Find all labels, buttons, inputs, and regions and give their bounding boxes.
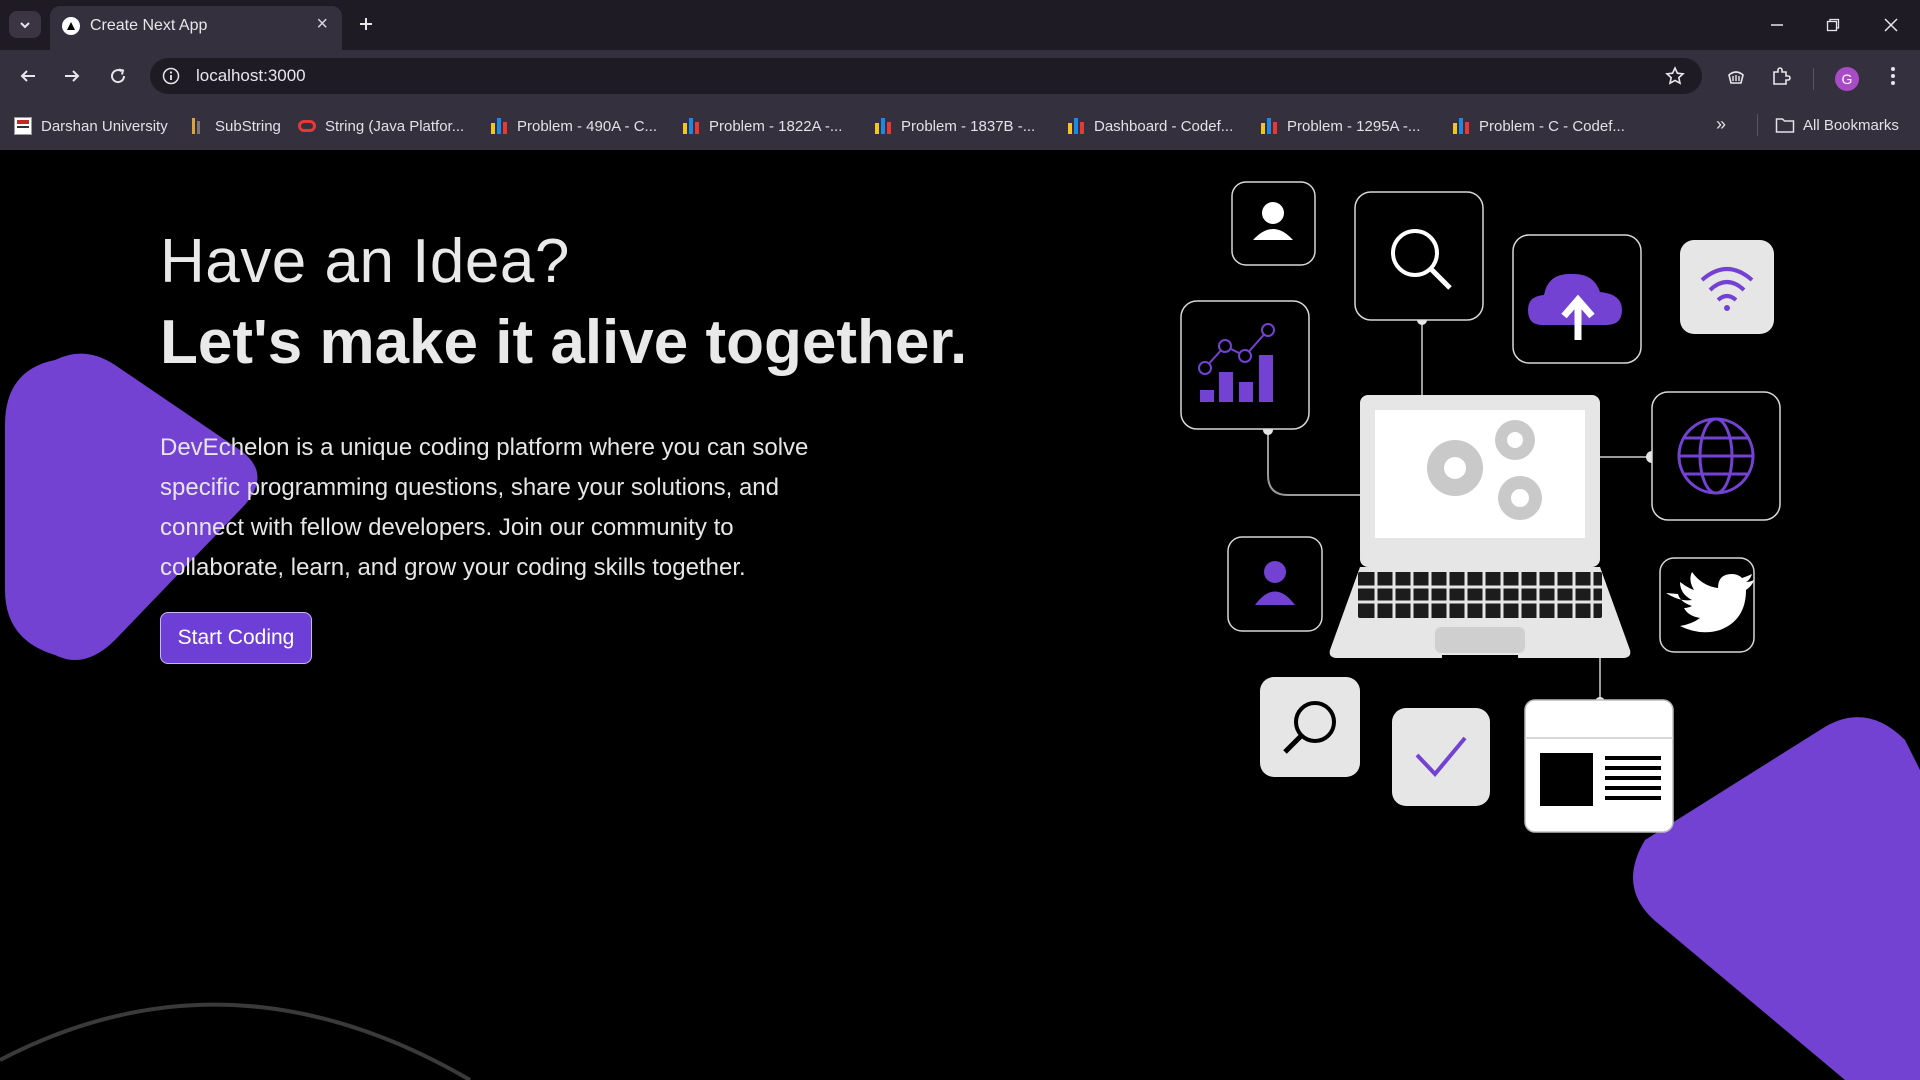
- forward-button[interactable]: [57, 61, 87, 91]
- extension-hand-icon[interactable]: [1723, 63, 1749, 89]
- checkmark-icon: [1392, 708, 1490, 806]
- browser-tab-bar: Create Next App ×: [0, 0, 1920, 50]
- bookmark-label: Problem - C - Codef...: [1479, 117, 1625, 135]
- bookmark-item[interactable]: Problem - 490A - C...: [490, 116, 657, 136]
- toolbar-divider: [1813, 68, 1814, 90]
- plus-icon: [360, 18, 372, 30]
- tab-title: Create Next App: [90, 17, 208, 34]
- bookmark-label: String (Java Platfor...: [325, 117, 465, 135]
- all-bookmarks-label: All Bookmarks: [1803, 116, 1899, 134]
- more-menu-icon[interactable]: [1880, 63, 1906, 89]
- bookmark-label: Dashboard - Codef...: [1094, 117, 1234, 135]
- bookmark-item[interactable]: Problem - C - Codef...: [1452, 116, 1625, 136]
- bookmark-item[interactable]: Dashboard - Codef...: [1067, 116, 1233, 136]
- minimize-icon: [1771, 24, 1783, 26]
- bookmark-item[interactable]: String (Java Platfor...: [298, 116, 464, 136]
- tech-illustration: [1180, 181, 1781, 833]
- back-button[interactable]: [13, 61, 43, 91]
- bookmark-item[interactable]: Problem - 1295A -...: [1260, 116, 1420, 136]
- laptop-icon: [1329, 395, 1631, 659]
- close-window-button[interactable]: [1878, 12, 1904, 38]
- bookmark-star-icon[interactable]: [1664, 65, 1686, 87]
- page-content: Have an Idea? Let's make it alive togeth…: [0, 150, 1920, 1080]
- new-tab-button[interactable]: [352, 10, 380, 38]
- more-bookmarks-chevron-icon[interactable]: »: [1716, 114, 1726, 135]
- address-bar[interactable]: localhost:3000: [150, 58, 1702, 94]
- url-text[interactable]: localhost:3000: [196, 66, 306, 86]
- reload-button[interactable]: [103, 61, 133, 91]
- darshan-favicon-icon: [14, 117, 32, 135]
- folder-icon: [1775, 118, 1795, 133]
- bookmark-label: Problem - 1295A -...: [1287, 117, 1421, 135]
- bookmark-label: Problem - 1822A -...: [709, 117, 843, 135]
- arrow-left-icon: [20, 70, 35, 82]
- chevron-down-icon: [20, 21, 30, 28]
- hero-description: DevEchelon is a unique coding platform w…: [160, 434, 809, 581]
- chart-icon: [1180, 300, 1310, 430]
- codeforces-favicon-icon: [490, 117, 508, 135]
- bookmark-item[interactable]: Problem - 1837B -...: [874, 116, 1035, 136]
- restore-icon: [1826, 18, 1840, 32]
- active-tab[interactable]: Create Next App ×: [50, 6, 342, 50]
- tab-search-button[interactable]: [9, 11, 41, 38]
- start-coding-button[interactable]: Start Coding: [160, 612, 312, 664]
- oracle-favicon-icon: [298, 117, 316, 135]
- codeforces-favicon-icon: [874, 117, 892, 135]
- user-icon: [1231, 181, 1316, 266]
- codeforces-favicon-icon: [1260, 117, 1278, 135]
- extensions-puzzle-icon[interactable]: [1768, 63, 1794, 89]
- substring-favicon-icon: [188, 117, 206, 135]
- webpage-layout-icon: [1524, 699, 1674, 833]
- bookmark-item[interactable]: Problem - 1822A -...: [682, 116, 842, 136]
- bookmark-item[interactable]: SubString: [188, 116, 281, 136]
- bottom-arc-decoration: [0, 1002, 472, 1080]
- browser-toolbar: localhost:3000: [0, 50, 1920, 100]
- bookmarks-divider: [1757, 114, 1758, 136]
- codeforces-favicon-icon: [682, 117, 700, 135]
- wifi-icon: [1680, 240, 1774, 334]
- tab-close-icon[interactable]: ×: [316, 14, 328, 34]
- twitter-icon: [1659, 557, 1755, 653]
- bookmark-label: Problem - 490A - C...: [517, 117, 658, 135]
- bookmark-item[interactable]: Darshan University: [14, 116, 168, 136]
- codeforces-favicon-icon: [1067, 117, 1085, 135]
- bookmark-label: Darshan University: [41, 117, 168, 135]
- globe-icon: [1651, 391, 1781, 521]
- codeforces-favicon-icon: [1452, 117, 1470, 135]
- restore-button[interactable]: [1820, 12, 1846, 38]
- hero-subheading: Let's make it alive together.: [160, 308, 968, 377]
- search-icon: [1354, 191, 1484, 321]
- arrow-right-icon: [65, 70, 80, 82]
- hero-heading: Have an Idea?: [160, 227, 570, 296]
- close-icon: [1884, 18, 1898, 32]
- user-profile-icon: [1227, 536, 1323, 632]
- nextjs-favicon-icon: [62, 17, 80, 35]
- magnifier-icon: [1260, 677, 1360, 777]
- all-bookmarks-button[interactable]: All Bookmarks: [1775, 116, 1899, 134]
- minimize-button[interactable]: [1764, 12, 1790, 38]
- bookmark-label: SubString: [215, 117, 281, 135]
- bookmarks-bar: Darshan University SubString String (Jav…: [0, 100, 1920, 150]
- profile-avatar[interactable]: G: [1835, 67, 1859, 91]
- bookmark-label: Problem - 1837B -...: [901, 117, 1036, 135]
- site-info-icon[interactable]: [160, 65, 182, 87]
- cloud-upload-icon: [1512, 234, 1642, 364]
- reload-icon: [111, 68, 126, 84]
